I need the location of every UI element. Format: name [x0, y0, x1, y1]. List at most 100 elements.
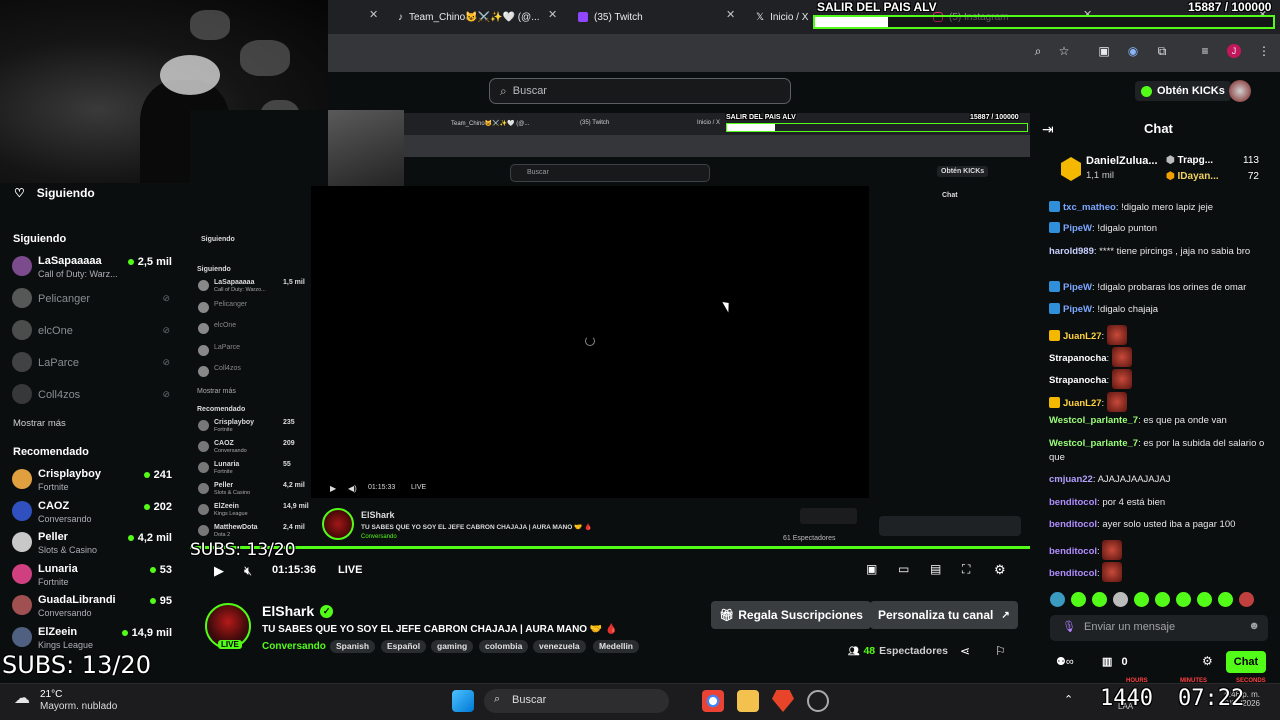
fullscreen-icon[interactable]: ⛶ — [962, 562, 970, 577]
top-gifter-name[interactable]: DanielZulua... — [1086, 155, 1158, 167]
bookmark-star-icon[interactable]: ☆ — [1057, 44, 1071, 58]
mini-time: 01:15:33 — [368, 484, 396, 491]
sidebar-channel[interactable]: Pelicanger ⊘ — [12, 285, 182, 313]
sidebar-channel[interactable]: LaParce ⊘ — [12, 349, 182, 377]
gift-subs-button[interactable]: 🎁︎ Regala Suscripciones — [711, 601, 871, 629]
chat-username[interactable]: PipeW — [1063, 282, 1092, 293]
menu-icon[interactable]: ⋮ — [1257, 44, 1271, 58]
emote-icon[interactable] — [1197, 592, 1212, 607]
zoom-icon[interactable]: ⌕ — [1031, 44, 1045, 58]
tag[interactable]: Spanish — [330, 640, 376, 653]
file-explorer-icon[interactable] — [737, 690, 759, 712]
chat-username[interactable]: Strapanocha — [1049, 353, 1107, 364]
profile-avatar[interactable]: J — [1227, 44, 1241, 58]
chat-text: !digalo mero lapiz jeje — [1121, 202, 1213, 213]
taskbar-search[interactable]: ⌕ Buscar — [484, 689, 669, 713]
close-tab-icon[interactable]: ✕ — [726, 8, 735, 21]
chat-username[interactable]: txc_matheo — [1063, 202, 1116, 213]
pip-icon[interactable]: ▣ — [866, 562, 877, 576]
mini-channel-name: Coll4zos — [214, 365, 241, 372]
chat-username[interactable]: benditocol — [1049, 546, 1097, 557]
chat-username[interactable]: Westcol_parlante_7 — [1049, 415, 1138, 426]
tag[interactable]: colombia — [479, 640, 529, 653]
tag[interactable]: Español — [381, 640, 427, 653]
emote-icon[interactable] — [1050, 592, 1065, 607]
tag[interactable]: gaming — [431, 640, 474, 653]
chat-username[interactable]: PipeW — [1063, 223, 1092, 234]
sidebar-channel[interactable]: Peller Slots & Casino 4,2 mil — [12, 529, 182, 557]
chat-username[interactable]: benditocol — [1049, 519, 1097, 530]
chat-username[interactable]: cmjuan22 — [1049, 474, 1093, 485]
emote-icon[interactable] — [1134, 592, 1149, 607]
sidebar-channel[interactable]: ElZeein Kings League 14,9 mil — [12, 624, 182, 652]
close-tab-icon[interactable]: ✕ — [369, 8, 378, 21]
show-more-link[interactable]: Mostrar más — [13, 418, 66, 429]
emote-icon[interactable] — [1176, 592, 1191, 607]
emote-icon[interactable] — [1071, 592, 1086, 607]
emote-icon[interactable] — [1113, 592, 1128, 607]
browser-tab[interactable]: (35) Twitch — [578, 6, 643, 28]
stream-category[interactable]: Conversando — [262, 641, 326, 652]
sidebar-channel[interactable]: Lunaria Fortnite 53 — [12, 561, 182, 589]
chat-username[interactable]: Strapanocha — [1049, 375, 1107, 386]
chat-username[interactable]: Westcol_parlante_7 — [1049, 438, 1138, 449]
chrome-icon[interactable] — [702, 690, 724, 712]
chat-username[interactable]: JuanL27 — [1063, 398, 1102, 409]
mod-icon[interactable]: ⚐ — [995, 644, 1006, 658]
extension-icon[interactable]: ◉ — [1126, 44, 1140, 58]
stream-time: 01:15:36 — [272, 564, 317, 576]
channel-category: Kings League — [38, 639, 94, 650]
channel-avatar — [12, 256, 32, 276]
emote-icon[interactable] — [1092, 592, 1107, 607]
play-button[interactable]: ▶ — [214, 563, 224, 579]
tag[interactable]: Medellin — [593, 640, 640, 653]
tray-chevron-icon[interactable]: ⌃ — [1064, 693, 1073, 706]
emoji-icon[interactable]: ☻ — [1248, 620, 1260, 632]
cast-icon[interactable]: ▣ — [1097, 44, 1111, 58]
chat-username[interactable]: PipeW — [1063, 304, 1092, 315]
users-icon[interactable]: ⚉∞ — [1056, 655, 1074, 668]
chat-username[interactable]: harold989 — [1049, 246, 1094, 257]
chat-username[interactable]: benditocol — [1049, 497, 1097, 508]
sidebar-channel[interactable]: CAOZ Conversando 202 — [12, 498, 182, 526]
sidebar-channel[interactable]: GuadaLibrandi Conversando 95 — [12, 592, 182, 620]
search-input[interactable]: ⌕ Buscar — [489, 78, 791, 104]
send-chat-button[interactable]: Chat — [1226, 651, 1266, 673]
emote-icon[interactable] — [1239, 592, 1254, 607]
share-icon[interactable]: ⋖ — [960, 644, 970, 658]
settings-gear-icon[interactable]: ⚙ — [994, 562, 1006, 578]
get-kicks-button[interactable]: Obtén KICKs — [1135, 81, 1231, 101]
weather-temp[interactable]: 21°C — [40, 689, 62, 700]
chat-emote-icon — [1102, 540, 1123, 560]
close-tab-icon[interactable]: ✕ — [548, 8, 557, 21]
following-header[interactable]: ♡ Siguiendo — [14, 186, 95, 200]
user-avatar[interactable] — [1229, 80, 1251, 102]
browser-tab[interactable]: 𝕏 Inicio / X — [756, 6, 808, 28]
channel-category: Conversando — [38, 513, 92, 524]
customize-channel-button[interactable]: Personaliza tu canal ↗ — [870, 601, 1018, 629]
media-icon[interactable]: ≡ — [1198, 44, 1212, 58]
chat-username[interactable]: benditocol — [1049, 568, 1097, 579]
mini-viewer-count: 4,2 mil — [283, 482, 305, 489]
sidebar-channel[interactable]: Crisplayboy Fortnite 241 — [12, 466, 182, 494]
chat-settings-icon[interactable]: ⚙ — [1202, 654, 1213, 668]
mute-icon[interactable]: 🔇︎ — [244, 563, 252, 579]
app-icon[interactable] — [807, 690, 829, 712]
sidebar-channel[interactable]: Coll4zos ⊘ — [12, 381, 182, 409]
chat-username[interactable]: JuanL27 — [1063, 331, 1102, 342]
channel-name[interactable]: ElShark — [262, 603, 314, 619]
puzzle-icon[interactable]: ⧉ — [1155, 44, 1169, 58]
windows-start-icon[interactable] — [452, 690, 474, 712]
chat-message: Westcol_parlante_7: es que pa onde van — [1049, 414, 1269, 428]
emote-icon[interactable] — [1218, 592, 1233, 607]
cast-icon[interactable]: ▤ — [930, 562, 941, 576]
collapse-chat-icon[interactable]: ⇥ — [1042, 121, 1054, 138]
tag[interactable]: venezuela — [533, 640, 586, 653]
chat-input[interactable]: 🎙︎ Enviar un mensaje ☻ — [1050, 615, 1268, 641]
theater-icon[interactable]: ▭ — [898, 562, 909, 576]
emote-icon[interactable] — [1155, 592, 1170, 607]
sidebar-channel[interactable]: LaSapaaaaa Call of Duty: Warz... 2,5 mil — [12, 253, 182, 281]
browser-tab[interactable]: ♪ Team_Chino😺⚔️✨🤍 (@... — [398, 6, 540, 28]
sidebar-channel[interactable]: elcOne ⊘ — [12, 317, 182, 345]
mini-show-more: Mostrar más — [197, 388, 236, 395]
